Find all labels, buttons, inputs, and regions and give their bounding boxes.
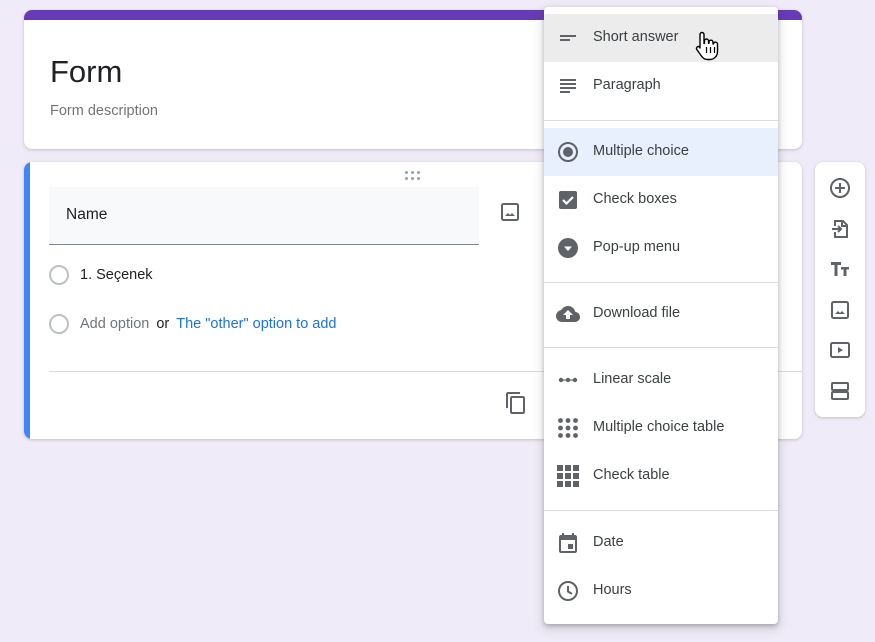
menu-divider (544, 282, 778, 283)
calendar-icon (559, 533, 577, 553)
menu-item-paragraph[interactable]: Paragraph (544, 62, 778, 110)
add-image-toolbar-button[interactable] (828, 298, 852, 322)
add-option-button[interactable]: Add option (80, 316, 149, 332)
add-option-row: Add option or The "other" option to add (49, 312, 337, 336)
video-icon (830, 342, 850, 358)
duplicate-button[interactable] (504, 391, 528, 415)
clock-icon (558, 581, 578, 601)
menu-item-short-answer[interactable]: Short answer (544, 14, 778, 62)
menu-item-multiple-choice[interactable]: Multiple choice (544, 128, 778, 176)
menu-item-date[interactable]: Date (544, 519, 778, 567)
add-section-button[interactable] (828, 379, 852, 403)
checkbox-icon (559, 191, 577, 209)
menu-item-linear-scale[interactable]: Linear scale (544, 356, 778, 404)
drag-handle-icon[interactable] (405, 171, 423, 183)
menu-item-download-file[interactable]: Download file (544, 290, 778, 338)
menu-item-label: Download file (593, 305, 681, 321)
hand-pointer-cursor-icon (695, 31, 719, 61)
or-label: or (156, 316, 170, 332)
menu-item-label: Check table (593, 467, 670, 483)
menu-divider (544, 510, 778, 511)
import-questions-button[interactable] (828, 217, 852, 241)
image-icon (501, 203, 519, 221)
import-icon (832, 220, 848, 238)
menu-item-popup-menu[interactable]: Pop-up menu (544, 224, 778, 272)
question-title-text: Name (66, 206, 108, 223)
menu-item-label: Linear scale (593, 371, 672, 387)
menu-divider (544, 120, 778, 121)
menu-item-label: Paragraph (593, 77, 661, 93)
radio-icon (49, 265, 69, 285)
radio-button-icon (558, 142, 578, 162)
menu-item-label: Date (593, 534, 624, 550)
copy-icon (506, 392, 525, 414)
add-video-button[interactable] (828, 338, 852, 362)
linear-scale-icon (558, 377, 578, 383)
add-question-button[interactable] (828, 176, 852, 200)
question-type-menu: Short answer Paragraph Multiple choice C… (544, 7, 778, 624)
add-title-button[interactable] (828, 257, 852, 281)
text-title-icon (831, 262, 849, 276)
image-icon (831, 301, 849, 319)
add-other-option-link[interactable]: The "other" option to add (176, 316, 336, 332)
menu-item-label: Check boxes (593, 191, 677, 207)
active-question-accent (24, 162, 30, 439)
cloud-upload-icon (556, 306, 580, 322)
short-answer-icon (560, 35, 576, 41)
radio-icon (49, 314, 69, 334)
grid-dots-icon (558, 418, 578, 438)
grid-squares-icon (557, 465, 579, 487)
menu-item-label: Multiple choice (593, 143, 689, 159)
menu-item-label: Short answer (593, 29, 679, 45)
option-label[interactable]: 1. Seçenek (80, 267, 153, 283)
menu-divider (544, 347, 778, 348)
dropdown-icon (558, 238, 578, 258)
menu-item-hours[interactable]: Hours (544, 567, 778, 615)
menu-item-label: Pop-up menu (593, 239, 681, 255)
section-icon (831, 382, 849, 400)
add-circle-icon (830, 178, 850, 198)
menu-item-check-table[interactable]: Check table (544, 452, 778, 500)
add-image-button[interactable] (498, 200, 522, 224)
menu-item-check-boxes[interactable]: Check boxes (544, 176, 778, 224)
menu-item-label: Multiple choice table (593, 419, 725, 435)
menu-item-label: Hours (593, 582, 632, 598)
question-title-input[interactable]: Name (49, 187, 479, 245)
menu-item-multiple-choice-table[interactable]: Multiple choice table (544, 404, 778, 452)
option-row: 1. Seçenek (49, 263, 153, 287)
paragraph-icon (560, 79, 576, 93)
form-title[interactable]: Form (50, 54, 122, 90)
form-description[interactable]: Form description (50, 103, 158, 119)
floating-toolbar (815, 162, 865, 417)
